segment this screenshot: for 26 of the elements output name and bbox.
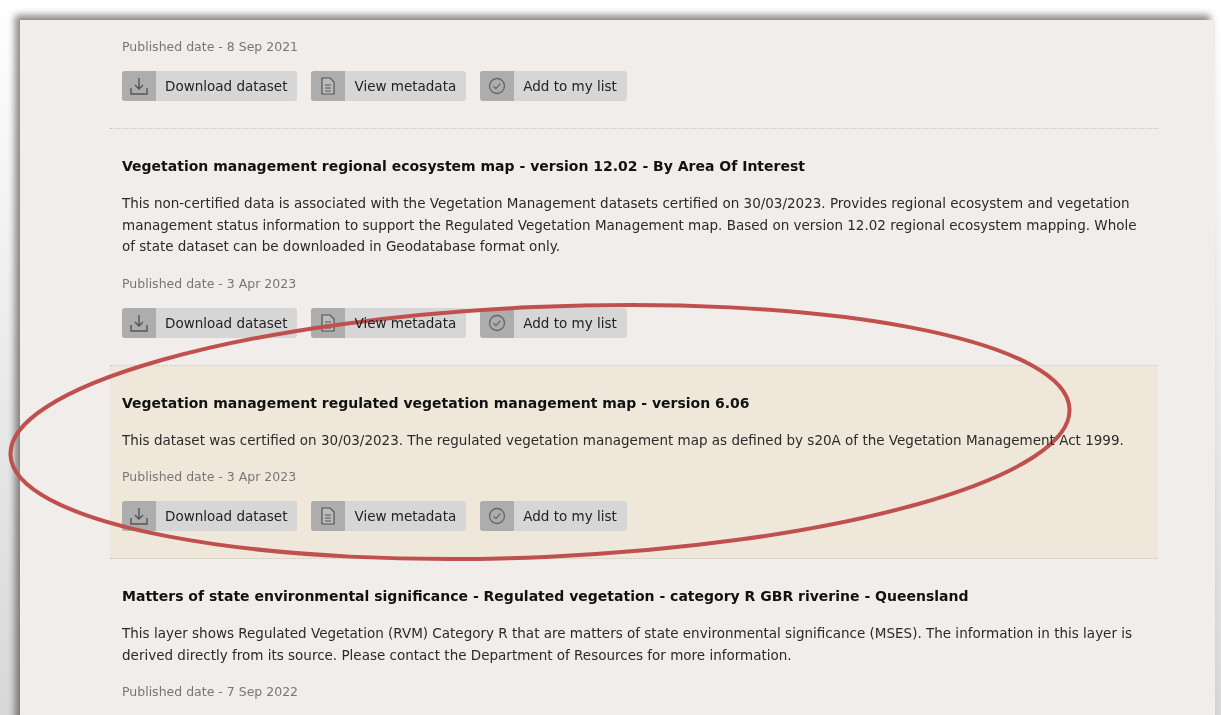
published-date: Published date - 8 Sep 2021: [122, 38, 300, 56]
dataset-description: This non-certified data is associated with the Vegetation Management datasets certified on 30/03/2023. Provides regional ecosystem and vegetation management status information to support the Regulated Vegetation Management map. Based on version 12.02 regional ecosystem mapping. Whole of state dataset can be downloaded in Geodatabase format only.: [122, 194, 1138, 256]
download-icon: [130, 507, 148, 525]
add-to-list-button[interactable]: Add to my list: [480, 71, 627, 101]
dataset-title[interactable]: Vegetation management regulated vegetation management map - version 6.06: [122, 393, 1146, 412]
published-date: Published date - 3 Apr 2023: [122, 468, 298, 486]
dataset-title[interactable]: Vegetation management regional ecosystem map - version 12.02 - By Area Of Interest: [122, 157, 1146, 175]
dataset-title[interactable]: Matters of state environmental significance - Regulated vegetation - category R GBR riverine - Queensland: [122, 587, 1146, 605]
download-icon: [130, 313, 148, 332]
dataset-description: This dataset was certified on 30/03/2023. The regulated vegetation management map as defined by s20A of the Vegetation Management Act 1999.: [122, 430, 1125, 450]
download-button[interactable]: Download dataset: [122, 71, 298, 101]
dataset-description: This layer shows Regulated Vegetation (RVM) Category R that are matters of state environmental significance (MSES). The information in this layer is derived directly from its source. Please contact the Department of Resources for more information.: [122, 624, 1134, 665]
document-icon: [321, 77, 336, 95]
check-circle-icon: [488, 77, 507, 95]
add-to-list-button[interactable]: Add to my list: [480, 501, 627, 531]
published-date: Published date - 7 Sep 2022: [122, 683, 300, 701]
download-button[interactable]: Download dataset: [122, 307, 298, 338]
document-icon: [321, 507, 336, 525]
check-circle-icon: [488, 507, 507, 525]
add-to-list-button[interactable]: Add to my list: [480, 307, 627, 338]
metadata-button[interactable]: View metadata: [311, 501, 467, 531]
published-date: Published date - 3 Apr 2023: [122, 274, 298, 293]
check-circle-icon: [488, 313, 507, 332]
download-icon: [130, 77, 148, 95]
download-button[interactable]: Download dataset: [122, 501, 298, 531]
metadata-button[interactable]: View metadata: [311, 71, 467, 101]
